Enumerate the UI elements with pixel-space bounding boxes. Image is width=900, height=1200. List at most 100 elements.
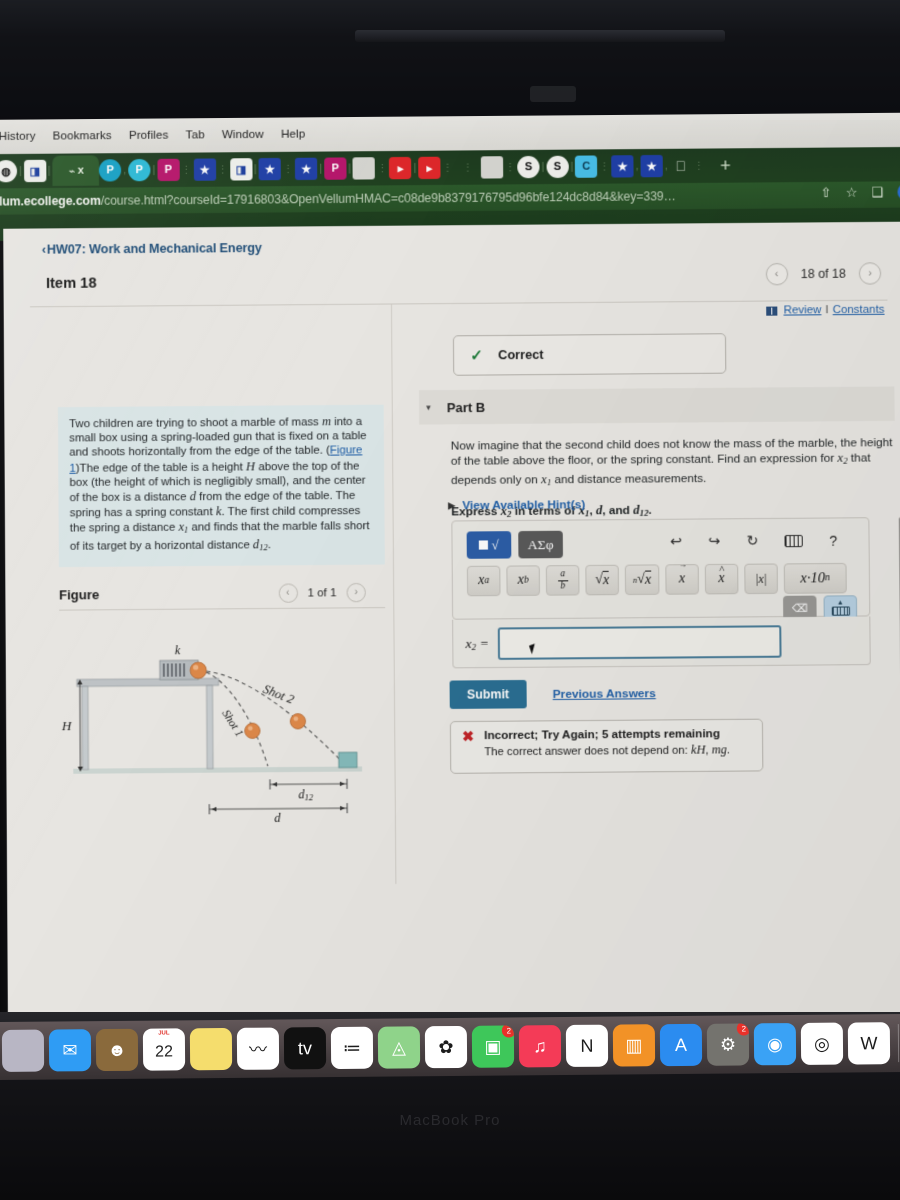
next-item-button[interactable]: ›: [858, 262, 882, 285]
superscript-key[interactable]: xa: [466, 565, 501, 597]
answer-equals: =: [479, 635, 489, 651]
sidebar-icon[interactable]: ❑: [872, 184, 884, 200]
feedback-math-1: kH: [690, 742, 706, 757]
feedback-line-2: The correct answer does not depend on: k…: [484, 742, 730, 759]
dock-photos[interactable]: ✿: [424, 1025, 468, 1069]
figure-heading: Figure: [59, 587, 100, 603]
menubar-item-profiles[interactable]: Profiles: [129, 130, 169, 142]
redo-icon[interactable]: ↪: [708, 533, 720, 550]
tab-icon-swirl-1[interactable]: S: [517, 155, 540, 179]
menubar-item-window[interactable]: Window: [222, 129, 264, 141]
star-icon[interactable]: ☆: [846, 184, 858, 200]
constants-link[interactable]: Constants: [833, 304, 885, 317]
tab-icon-star-1[interactable]: ★: [193, 158, 216, 181]
tab-divider: |: [348, 162, 352, 175]
tab-icon-star-2[interactable]: ★: [258, 157, 282, 181]
tab-icon-pinterest-3[interactable]: P: [157, 158, 180, 182]
tab-icon-chegg[interactable]: C: [575, 155, 598, 178]
greek-symbols-button[interactable]: ΑΣφ: [518, 530, 563, 559]
dock-news[interactable]: N: [565, 1024, 609, 1068]
tab-close-icon[interactable]: x: [78, 165, 84, 177]
unit-vector-key[interactable]: x: [704, 563, 739, 595]
tab-icon-apple[interactable]: : [670, 155, 692, 177]
tab-icon-pinterest-4[interactable]: P: [323, 157, 347, 180]
dock-calendar[interactable]: JUL 22: [142, 1028, 186, 1071]
tab-icon-swirl-2[interactable]: S: [546, 155, 569, 179]
share-icon[interactable]: ⇧: [820, 184, 831, 200]
tab-divider: ⋮: [283, 163, 294, 175]
tab-active[interactable]: ⌁ x: [52, 155, 100, 186]
subscript-key[interactable]: xb: [506, 565, 541, 596]
tab-icon-doc-2[interactable]: [480, 156, 504, 179]
url-text[interactable]: ellum.ecollege.com/course.html?courseId=…: [0, 189, 676, 209]
chevron-down-icon[interactable]: ▾: [426, 402, 431, 413]
dock-launchpad[interactable]: [1, 1029, 45, 1072]
menubar-item-tab[interactable]: Tab: [186, 129, 205, 141]
tab-divider: |: [570, 161, 574, 173]
dock-freeform[interactable]: 〰: [236, 1027, 280, 1070]
menubar-item-bookmarks[interactable]: Bookmarks: [53, 130, 112, 143]
back-chevron-icon[interactable]: ‹: [42, 243, 46, 257]
tab-icon-pinterest-1[interactable]: P: [99, 159, 122, 182]
figure-prev-button[interactable]: ‹: [278, 583, 298, 603]
answer-input-row: x2 =: [452, 616, 871, 669]
dock-system-settings[interactable]: ⚙ 2: [706, 1023, 750, 1066]
dock-music[interactable]: ♫: [518, 1025, 562, 1068]
physics-figure[interactable]: k H Shot 2 Shot 1 d12 d: [54, 618, 400, 825]
tab-icon-1[interactable]: ◍: [0, 160, 18, 183]
dock-word[interactable]: W: [847, 1022, 891, 1065]
undo-icon[interactable]: ↩: [670, 533, 682, 550]
dock-notes[interactable]: [189, 1027, 233, 1071]
sqrt-key[interactable]: √ x: [585, 564, 619, 596]
dock-apple-tv[interactable]: tv: [283, 1027, 327, 1070]
absolute-value-key[interactable]: |x|: [744, 563, 778, 595]
var-x1: x1: [178, 520, 188, 535]
reset-icon[interactable]: ↻: [746, 532, 758, 549]
dock-books[interactable]: ▥: [612, 1024, 656, 1067]
dock-chrome[interactable]: ◎: [800, 1022, 844, 1065]
vector-key[interactable]: x: [665, 564, 699, 595]
math-template-button[interactable]: √: [466, 531, 512, 559]
view-hints-toggle[interactable]: ▶ View Available Hint(s): [448, 497, 585, 512]
figure-label-shot1: Shot 1: [219, 707, 246, 739]
tab-icon-pinterest-2[interactable]: P: [128, 158, 151, 182]
nth-root-key[interactable]: n √ x: [624, 564, 660, 596]
dock-app-store[interactable]: A: [659, 1023, 703, 1067]
dock-mail[interactable]: ✉: [48, 1029, 92, 1072]
help-button[interactable]: ?: [829, 532, 837, 548]
menubar-item-history[interactable]: History: [0, 131, 36, 143]
submit-button[interactable]: Submit: [449, 679, 527, 709]
url-bar-actions: ⇧ ☆ ❑ J: [820, 183, 900, 201]
fraction-key[interactable]: ab: [545, 565, 580, 596]
tab-icon-blue-square-2[interactable]: ◨: [229, 158, 253, 181]
dock-contacts[interactable]: ☻: [95, 1028, 139, 1072]
dock-maps[interactable]: ◬: [377, 1026, 421, 1069]
tab-icon-star-3[interactable]: ★: [295, 157, 318, 181]
tab-icon-star-5[interactable]: ★: [640, 154, 663, 178]
part-b-header[interactable]: ▾ Part B: [418, 386, 895, 425]
tab-divider: |: [47, 165, 51, 177]
review-link[interactable]: Review: [784, 304, 822, 316]
breadcrumb[interactable]: ‹HW07: Work and Mechanical Energy: [42, 241, 262, 257]
math-toolbar-actions: ↩ ↪ ↻ ?: [670, 532, 837, 551]
macos-dock[interactable]: ✉☻JUL22〰tv≔◬✿▣2♫N▥A⚙2◉◎W✆▤: [0, 1014, 900, 1080]
tab-icon-star-4[interactable]: ★: [611, 155, 634, 178]
dock-reminders[interactable]: ≔: [330, 1026, 374, 1070]
tab-divider: ⋮: [599, 160, 610, 173]
new-tab-button[interactable]: +: [720, 155, 731, 176]
figure-next-button[interactable]: ›: [346, 582, 366, 603]
chevron-right-icon[interactable]: ▶: [448, 500, 455, 511]
dock-safari[interactable]: ◉: [753, 1022, 797, 1066]
keyboard-icon[interactable]: [784, 534, 804, 547]
tab-icon-youtube-2[interactable]: ▸: [418, 156, 441, 180]
menubar-item-help[interactable]: Help: [281, 128, 305, 140]
tab-icon-2[interactable]: ◨: [23, 159, 47, 183]
tab-icon-doc-1[interactable]: [352, 157, 376, 180]
answer-input[interactable]: [497, 624, 782, 660]
dock-facetime[interactable]: ▣ 2: [471, 1025, 515, 1068]
tab-icon-youtube-1[interactable]: ▸: [389, 156, 412, 180]
previous-answers-link[interactable]: Previous Answers: [553, 686, 656, 701]
problem-text-3: )The edge of the table is a height: [75, 460, 247, 475]
scientific-notation-key[interactable]: x·10 n: [783, 562, 847, 594]
prev-item-button[interactable]: ‹: [765, 263, 788, 286]
